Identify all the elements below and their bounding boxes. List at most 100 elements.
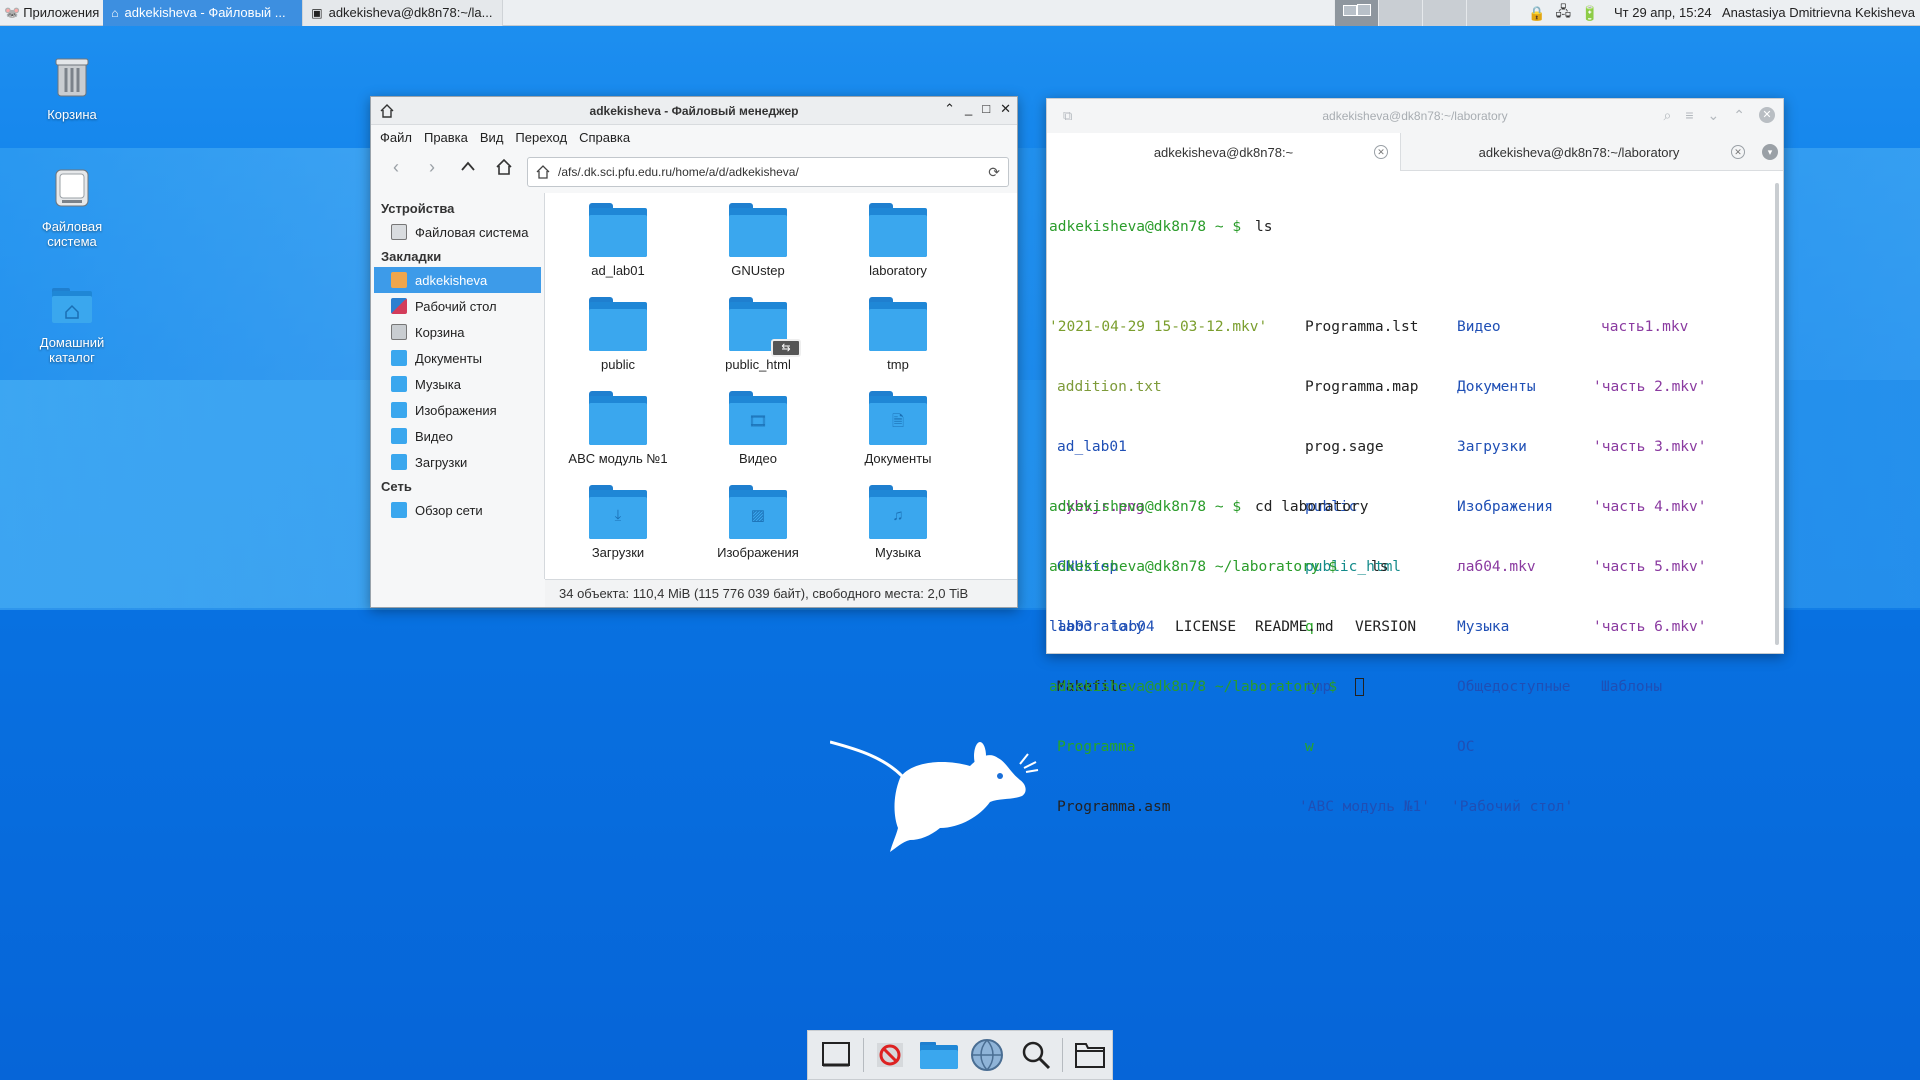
parent-folder-button[interactable] <box>457 156 479 178</box>
trash-icon <box>391 324 407 340</box>
ls-entry: README.md <box>1255 619 1334 635</box>
prompt: adkekisheva@dk8n78 ~ $ <box>1049 219 1242 235</box>
hamburger-menu-icon[interactable]: ≡ <box>1685 107 1693 124</box>
show-desktop-button[interactable] <box>814 1032 859 1078</box>
menu-view[interactable]: Вид <box>480 130 504 145</box>
battery-icon[interactable]: 🔋 <box>1581 5 1598 22</box>
lock-icon[interactable]: 🔒 <box>1528 5 1545 22</box>
folder-label: GNUstep <box>731 263 785 278</box>
show-desktop-icon <box>822 1042 851 1067</box>
forward-button[interactable]: › <box>421 156 443 178</box>
open-folder-launcher[interactable] <box>1067 1032 1112 1078</box>
folder-label: public <box>601 357 635 372</box>
sidebar-item-label: adkekisheva <box>415 272 488 288</box>
videos-folder-icon: 🎞 <box>729 391 787 445</box>
sidebar-item-videos[interactable]: Видео <box>371 423 544 449</box>
workspace-4[interactable] <box>1466 0 1510 26</box>
reload-icon[interactable]: ⟳ <box>988 164 1000 181</box>
ls-entry: Programma.map <box>1305 379 1419 395</box>
scrollbar[interactable] <box>1775 183 1779 645</box>
close-tab-icon[interactable]: ✕ <box>1731 145 1745 159</box>
user-name[interactable]: Anastasiya Dmitrievna Kekisheva <box>1722 0 1915 26</box>
file-manager-launcher[interactable] <box>916 1032 961 1078</box>
tab-list-button[interactable]: ▾ <box>1757 133 1783 170</box>
close-button[interactable]: ✕ <box>1000 101 1011 117</box>
address-bar[interactable]: /afs/.dk.sci.pfu.edu.ru/home/a/d/adkekis… <box>527 157 1009 187</box>
forbidden-icon <box>876 1043 903 1067</box>
desktop-icon-trash[interactable]: Корзина <box>22 54 122 122</box>
sidebar-item-trash[interactable]: Корзина <box>371 319 544 345</box>
folder-item[interactable]: tmp <box>833 297 963 372</box>
sidebar-item-desktop[interactable]: Рабочий стол <box>371 293 544 319</box>
folder-label: ABC модуль №1 <box>568 451 668 466</box>
clock[interactable]: Чт 29 апр, 15:24 <box>1614 0 1712 26</box>
desktop-icon-home[interactable]: Домашний каталог <box>22 282 122 365</box>
sidebar-item-filesystem[interactable]: Файловая система <box>371 219 544 245</box>
file-grid: ad_lab01 GNUstep laboratory public ⇆ pub… <box>545 193 1017 579</box>
search-launcher[interactable] <box>1014 1032 1059 1078</box>
sidebar-item-home[interactable]: adkekisheva <box>374 267 541 293</box>
folder-item[interactable]: ⤓ Загрузки <box>553 485 683 560</box>
folder-icon <box>589 391 647 445</box>
menu-go[interactable]: Переход <box>515 130 567 145</box>
terminal-line: adkekisheva@dk8n78 ~ $ ls <box>1049 217 1767 237</box>
folder-item[interactable]: 🎞 Видео <box>693 391 823 466</box>
sidebar-item-pictures[interactable]: Изображения <box>371 397 544 423</box>
workspace-2[interactable] <box>1378 0 1422 26</box>
close-tab-icon[interactable]: ✕ <box>1374 145 1388 159</box>
folder-item[interactable]: ♫ Музыка <box>833 485 963 560</box>
terminal-tab-home[interactable]: adkekisheva@dk8n78:~ ✕ <box>1047 133 1401 171</box>
terminal-line: adkekisheva@dk8n78 ~ $ cd laboratory <box>1049 497 1767 517</box>
sidebar-item-network[interactable]: Обзор сети <box>371 497 544 523</box>
workspace-1[interactable] <box>1334 0 1378 26</box>
workspace-3[interactable] <box>1422 0 1466 26</box>
shade-button[interactable]: ⌃ <box>944 101 955 117</box>
sidebar-item-documents[interactable]: Документы <box>371 345 544 371</box>
desktop-icon <box>391 298 407 314</box>
folder-item[interactable]: ⇆ public_html <box>693 297 823 372</box>
applications-menu-button[interactable]: 🐭 Приложения <box>0 0 103 26</box>
maximize-button[interactable]: □ <box>982 101 990 117</box>
system-tray: 🔒 🖧 🔋 <box>1528 0 1599 26</box>
minimize-button[interactable]: _ <box>965 101 972 117</box>
folder-item[interactable]: ad_lab01 <box>553 203 683 278</box>
folder-item[interactable]: GNUstep <box>693 203 823 278</box>
file-manager-titlebar[interactable]: adkekisheva - Файловый менеджер ⌃ _ □ ✕ <box>371 97 1017 125</box>
folder-item[interactable]: ▨ Изображения <box>693 485 823 560</box>
ls-entry: Видео <box>1457 319 1501 335</box>
desktop-icon-label: Корзина <box>47 107 97 122</box>
folder-label: laboratory <box>869 263 927 278</box>
home-icon: ⌂ <box>111 5 119 20</box>
minimize-button[interactable]: ⌄ <box>1708 107 1720 124</box>
terminal-output[interactable]: adkekisheva@dk8n78 ~ $ ls '2021-04-29 15… <box>1049 177 1767 815</box>
terminal-tab-laboratory[interactable]: adkekisheva@dk8n78:~/laboratory ✕ <box>1401 133 1757 171</box>
maximize-button[interactable]: ⌃ <box>1733 107 1745 124</box>
folder-icon <box>589 297 647 351</box>
desktop-icon-filesystem[interactable]: Файловая система <box>22 166 122 249</box>
search-icon[interactable]: ⌕ <box>1664 107 1672 124</box>
taskbar-item-terminal[interactable]: ▣ adkekisheva@dk8n78:~/la... <box>303 0 504 26</box>
workspace-switcher <box>1334 0 1510 26</box>
folder-item[interactable]: public <box>553 297 683 372</box>
home-button[interactable] <box>493 156 515 178</box>
sidebar-item-downloads[interactable]: Загрузки <box>371 449 544 475</box>
menu-help[interactable]: Справка <box>579 130 630 145</box>
menu-edit[interactable]: Правка <box>424 130 468 145</box>
downloads-folder-icon <box>391 454 407 470</box>
web-browser-launcher[interactable] <box>965 1032 1010 1078</box>
folder-item[interactable]: 🗎 Документы <box>833 391 963 466</box>
sidebar-item-label: Видео <box>415 428 453 444</box>
sidebar-item-music[interactable]: Музыка <box>371 371 544 397</box>
folder-item[interactable]: ABC модуль №1 <box>553 391 683 466</box>
top-panel: 🐭 Приложения ⌂ adkekisheva - Файловый ..… <box>0 0 1920 26</box>
home-icon <box>496 158 512 175</box>
network-icon[interactable]: 🖧 <box>1555 1 1571 25</box>
folder-item[interactable]: laboratory <box>833 203 963 278</box>
back-button[interactable]: ‹ <box>385 156 407 178</box>
taskbar-item-file-manager[interactable]: ⌂ adkekisheva - Файловый ... <box>103 0 304 26</box>
hard-drive-icon <box>391 224 407 240</box>
close-button[interactable]: ✕ <box>1759 107 1775 123</box>
terminal-launcher[interactable] <box>868 1032 913 1078</box>
terminal-titlebar[interactable]: ⧉ adkekisheva@dk8n78:~/laboratory ⌕ ≡ ⌄ … <box>1047 99 1783 133</box>
menu-file[interactable]: Файл <box>380 130 412 145</box>
